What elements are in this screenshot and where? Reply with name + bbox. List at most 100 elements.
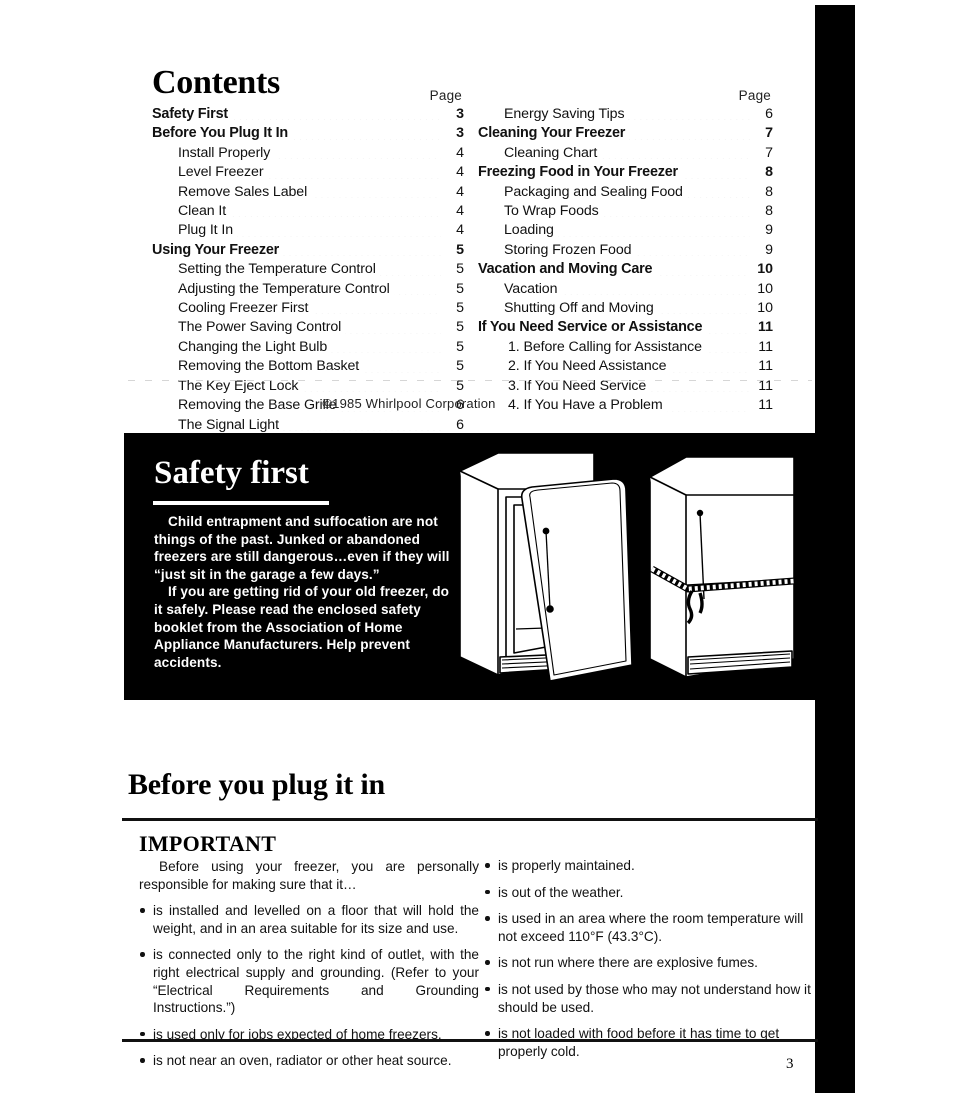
toc-entry-page: 5 — [456, 319, 464, 336]
toc-entry[interactable]: Removing the Bottom Basket 5 — [152, 357, 464, 376]
page-number: 3 — [786, 1056, 794, 1072]
toc-leader-dots — [706, 332, 750, 334]
toc-leader-dots — [274, 158, 441, 160]
toc-leader-dots — [237, 235, 441, 237]
toc-entry-label: Changing the Light Bulb — [178, 338, 328, 355]
toc-entry-label: The Power Saving Control — [178, 319, 342, 336]
toc-leader-dots — [561, 294, 750, 296]
important-right-column: is properly maintained. is out of the wea… — [484, 857, 814, 1069]
copyright-notice: ©1985 Whirlpool Corporation — [322, 396, 496, 411]
toc-leader-dots — [628, 119, 750, 121]
toc-entry[interactable]: Vacation 10 — [478, 280, 773, 299]
toc-entry-label: Level Freezer — [178, 164, 264, 181]
toc-entry[interactable]: Cleaning Chart 7 — [478, 144, 773, 163]
toc-entry[interactable]: Plug It In 4 — [152, 221, 464, 240]
toc-entry-page: 8 — [765, 164, 773, 181]
toc-entry[interactable]: Freezing Food in Your Freezer 8 — [478, 163, 773, 182]
toc-leader-dots — [656, 274, 750, 276]
toc-entry[interactable]: Setting the Temperature Control 5 — [152, 260, 464, 279]
section-title: Before you plug it in — [128, 768, 385, 801]
toc-entry-page: 5 — [456, 338, 464, 355]
toc-entry-page: 5 — [456, 280, 464, 297]
toc-leader-dots — [311, 197, 441, 199]
toc-page-header-left: Page — [429, 88, 462, 103]
safety-paragraph-2: If you are getting rid of your old freez… — [154, 584, 450, 670]
toc-entry-label: Energy Saving Tips — [504, 106, 625, 122]
toc-entry-page: 10 — [757, 280, 773, 297]
toc-entry-label: Storing Frozen Food — [504, 241, 632, 258]
toc-entry[interactable]: Loading 9 — [478, 221, 773, 240]
toc-entry[interactable]: Shutting Off and Moving 10 — [478, 299, 773, 318]
toc-entry-page: 3 — [456, 125, 464, 142]
toc-entry[interactable]: Remove Sales Label 4 — [152, 183, 464, 202]
toc-entry[interactable]: Safety First 3 — [152, 105, 464, 124]
toc-entry[interactable]: The Signal Light 6 — [152, 416, 464, 435]
toc-entry[interactable]: To Wrap Foods 8 — [478, 202, 773, 221]
toc-entry[interactable]: Vacation and Moving Care 10 — [478, 260, 773, 279]
important-intro: Before using your freezer, you are perso… — [139, 859, 479, 892]
toc-entry-label: 2. If You Need Assistance — [508, 358, 667, 375]
toc-entry[interactable]: If You Need Service or Assistance 11 — [478, 318, 773, 337]
toc-entry-page: 4 — [456, 183, 464, 200]
toc-entry-page: 11 — [758, 319, 773, 336]
safety-paragraph-1: Child entrapment and suffocation are not… — [154, 514, 450, 582]
toc-entry-page: 5 — [456, 358, 464, 375]
toc-entry-label: Remove Sales Label — [178, 183, 308, 200]
important-left-bullet-list: is installed and levelled on a floor tha… — [139, 902, 479, 1070]
toc-entry-label: Loading — [504, 222, 554, 239]
toc-entry-label: Adjusting the Temperature Control — [178, 280, 390, 297]
important-bullet-item: is not loaded with food before it has ti… — [484, 1025, 814, 1060]
toc-entry-label: Removing the Bottom Basket — [178, 358, 360, 375]
toc-entry[interactable]: Using Your Freezer 5 — [152, 241, 464, 260]
toc-leader-dots — [670, 371, 750, 373]
toc-leader-dots — [345, 332, 441, 334]
toc-entry[interactable]: Cooling Freezer First 5 — [152, 299, 464, 318]
important-left-column: Before using your freezer, you are perso… — [139, 858, 479, 1079]
toc-entry[interactable]: Level Freezer 4 — [152, 163, 464, 182]
toc-leader-dots — [291, 138, 441, 140]
toc-entry[interactable]: Before You Plug It In 3 — [152, 124, 464, 143]
toc-leader-dots — [282, 429, 441, 431]
toc-entry-page: 6 — [456, 416, 464, 433]
toc-leader-dots — [650, 391, 750, 393]
toc-entry-page: 11 — [758, 338, 773, 355]
toc-entry-page: 7 — [765, 144, 773, 161]
toc-entry[interactable]: 2. If You Need Assistance 11 — [478, 357, 773, 376]
toc-leader-dots — [312, 313, 441, 315]
toc-entry-page: 4 — [456, 164, 464, 181]
important-heading: IMPORTANT — [139, 831, 277, 856]
toc-entry[interactable]: 1. Before Calling for Assistance 11 — [478, 338, 773, 357]
toc-leader-dots — [657, 313, 750, 315]
section-side-tab: BEFORE USING • PARTS AND FEATURES • SAFE… — [482, 5, 855, 1093]
important-bullet-item: is used in an area where the room temper… — [484, 910, 814, 945]
important-bullet-item: is properly maintained. — [484, 857, 814, 875]
toc-entry-label: Shutting Off and Moving — [504, 300, 654, 317]
toc-leader-dots — [302, 391, 441, 393]
toc-entry[interactable]: Cleaning Your Freezer 7 — [478, 124, 773, 143]
toc-entry-label: 1. Before Calling for Assistance — [508, 338, 702, 355]
toc-entry[interactable]: Adjusting the Temperature Control 5 — [152, 280, 464, 299]
toc-entry-page: 5 — [456, 261, 464, 278]
toc-entry[interactable]: Storing Frozen Food 9 — [478, 241, 773, 260]
toc-entry-page: 3 — [456, 106, 464, 122]
toc-leader-dots — [283, 255, 441, 257]
toc-entry-page: 4 — [456, 222, 464, 239]
table-of-contents-right-column: Page Energy Saving Tips 6 Cleaning Your Fr… — [478, 88, 773, 416]
important-right-bullet-list: is properly maintained. is out of the wea… — [484, 857, 814, 1060]
safety-first-title: Safety first — [154, 455, 309, 491]
toc-entry[interactable]: Clean It 4 — [152, 202, 464, 221]
toc-entry-label: Vacation and Moving Care — [478, 261, 653, 278]
toc-entry-label: If You Need Service or Assistance — [478, 319, 703, 336]
toc-entry-label: Cleaning Your Freezer — [478, 125, 626, 142]
toc-entry[interactable]: Install Properly 4 — [152, 144, 464, 163]
toc-leader-dots — [602, 216, 750, 218]
toc-entry-page: 4 — [456, 203, 464, 220]
toc-entry[interactable]: Changing the Light Bulb 5 — [152, 338, 464, 357]
toc-entry[interactable]: The Power Saving Control 5 — [152, 318, 464, 337]
toc-entry[interactable]: Energy Saving Tips 6 — [478, 105, 773, 124]
toc-entry-label: Install Properly — [178, 144, 271, 161]
section-bottom-rule — [122, 1039, 818, 1042]
toc-entry[interactable]: Packaging and Sealing Food 8 — [478, 183, 773, 202]
toc-leader-dots — [231, 119, 441, 121]
toc-entry-page: 7 — [765, 125, 773, 142]
